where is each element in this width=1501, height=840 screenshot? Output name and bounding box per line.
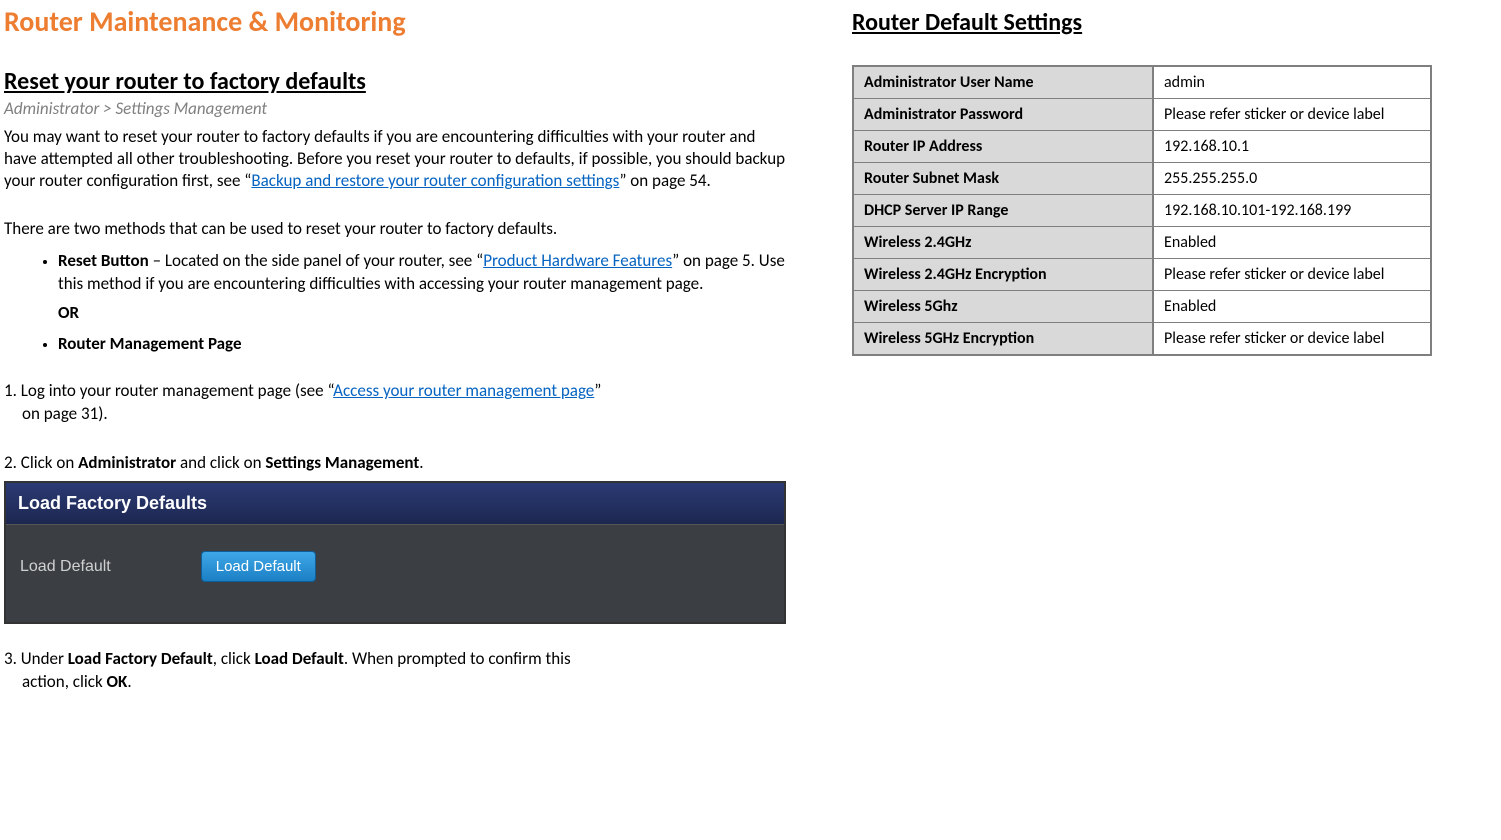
breadcrumb: Administrator > Settings Management xyxy=(4,98,792,120)
table-cell-value: admin xyxy=(1153,66,1431,99)
step-1: 1. Log into your router management page … xyxy=(4,380,792,426)
table-cell-value: 192.168.10.101-192.168.199 xyxy=(1153,195,1431,227)
table-cell-value: Please refer sticker or device label xyxy=(1153,323,1431,356)
table-row: Wireless 2.4GHzEnabled xyxy=(853,227,1431,259)
text: – Located on the side panel of your rout… xyxy=(149,250,483,271)
link-backup-restore[interactable]: Backup and restore your router configura… xyxy=(251,170,619,191)
table-cell-key: DHCP Server IP Range xyxy=(853,195,1153,227)
text: . When prompted to confirm this xyxy=(344,648,571,669)
table-cell-value: Please refer sticker or device label xyxy=(1153,99,1431,131)
text-bold: Administrator xyxy=(78,452,176,473)
text: on page 31). xyxy=(4,403,792,426)
text-bold: Reset Button xyxy=(58,250,149,271)
ui-panel-header: Load Factory Defaults xyxy=(6,483,784,525)
text: action, click xyxy=(22,671,107,692)
table-cell-value: Please refer sticker or device label xyxy=(1153,259,1431,291)
step-3: 3. Under Load Factory Default, click Loa… xyxy=(4,648,792,694)
table-row: Administrator PasswordPlease refer stick… xyxy=(853,99,1431,131)
text-bold: OK xyxy=(107,671,128,692)
table-cell-key: Router Subnet Mask xyxy=(853,163,1153,195)
section-title-reset: Reset your router to factory defaults xyxy=(4,67,792,96)
text: 3. Under xyxy=(4,648,68,669)
table-cell-key: Router IP Address xyxy=(853,131,1153,163)
page-title: Router Maintenance & Monitoring xyxy=(4,4,792,39)
table-cell-value: Enabled xyxy=(1153,227,1431,259)
text: and click on xyxy=(176,452,265,473)
text: , click xyxy=(213,648,255,669)
intro-paragraph: You may want to reset your router to fac… xyxy=(4,126,792,192)
step-2: 2. Click on Administrator and click on S… xyxy=(4,452,792,475)
bullet-router-mgmt-page: Router Management Page xyxy=(58,333,792,356)
table-row: Wireless 5GhzEnabled xyxy=(853,291,1431,323)
text: . xyxy=(419,452,423,473)
table-row: Router Subnet Mask255.255.255.0 xyxy=(853,163,1431,195)
table-cell-value: 255.255.255.0 xyxy=(1153,163,1431,195)
table-cell-key: Administrator User Name xyxy=(853,66,1153,99)
table-cell-value: 192.168.10.1 xyxy=(1153,131,1431,163)
table-cell-value: Enabled xyxy=(1153,291,1431,323)
text-bold: Settings Management xyxy=(265,452,419,473)
text: ” on page 54. xyxy=(619,170,710,191)
table-cell-key: Wireless 2.4GHz xyxy=(853,227,1153,259)
table-row: Router IP Address192.168.10.1 xyxy=(853,131,1431,163)
link-hardware-features[interactable]: Product Hardware Features xyxy=(483,250,672,271)
table-cell-key: Wireless 5GHz Encryption xyxy=(853,323,1153,356)
text-or: OR xyxy=(58,302,792,325)
ui-label-load-default: Load Default xyxy=(20,558,111,576)
table-row: Wireless 2.4GHz EncryptionPlease refer s… xyxy=(853,259,1431,291)
bullet-reset-button: Reset Button – Located on the side panel… xyxy=(58,250,792,325)
table-cell-key: Wireless 2.4GHz Encryption xyxy=(853,259,1153,291)
ui-screenshot-load-defaults: Load Factory Defaults Load Default Load … xyxy=(4,481,786,624)
text: ” xyxy=(594,380,601,401)
text: 1. Log into your router management page … xyxy=(4,380,333,401)
load-default-button[interactable]: Load Default xyxy=(201,551,316,582)
text: 2. Click on xyxy=(4,452,78,473)
table-cell-key: Administrator Password xyxy=(853,99,1153,131)
text-bold: Router Management Page xyxy=(58,333,242,354)
table-row: Administrator User Nameadmin xyxy=(853,66,1431,99)
text-bold: Load Factory Default xyxy=(68,648,213,669)
text-bold: Load Default xyxy=(255,648,344,669)
link-access-mgmt-page[interactable]: Access your router management page xyxy=(333,380,594,401)
methods-intro: There are two methods that can be used t… xyxy=(4,218,792,240)
default-settings-table: Administrator User NameadminAdministrato… xyxy=(852,65,1432,356)
section-title-default-settings: Router Default Settings xyxy=(852,8,1442,37)
table-cell-key: Wireless 5Ghz xyxy=(853,291,1153,323)
table-row: DHCP Server IP Range192.168.10.101-192.1… xyxy=(853,195,1431,227)
table-row: Wireless 5GHz EncryptionPlease refer sti… xyxy=(853,323,1431,356)
text: . xyxy=(127,671,131,692)
